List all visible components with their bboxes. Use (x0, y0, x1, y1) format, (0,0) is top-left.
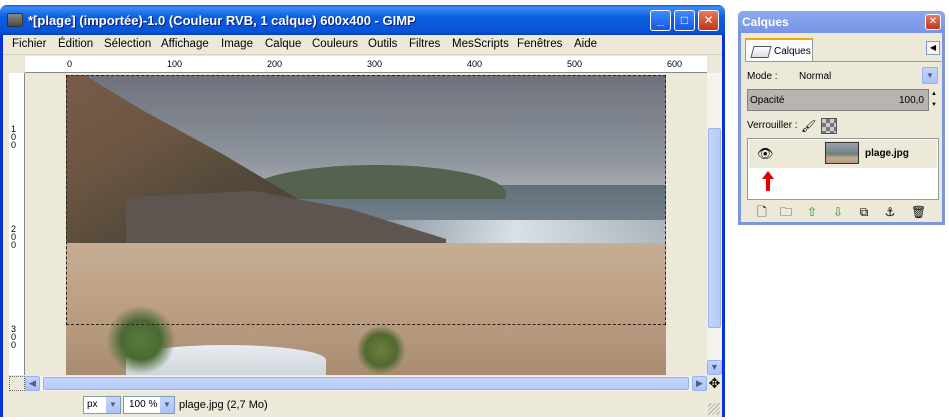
zoom-value: 100 % (129, 399, 158, 410)
menu-image[interactable]: Image (221, 38, 253, 50)
opacity-label: Opacité (750, 95, 785, 106)
horizontal-ruler[interactable]: 0 100 200 300 400 500 600 (25, 56, 707, 73)
ruler-mark: 0 (67, 59, 73, 69)
zoom-selector[interactable]: 100 % ▼ (123, 396, 175, 414)
layers-icon (750, 46, 772, 58)
beach-photo[interactable] (66, 75, 666, 375)
unit-selector[interactable]: px ▼ (83, 396, 121, 414)
menu-filtres[interactable]: Filtres (409, 38, 440, 50)
ruler-mark: 3 0 0 (11, 324, 17, 350)
window-title: *[plage] (importée)-1.0 (Couleur RVB, 1 … (28, 13, 416, 28)
vertical-scrollbar[interactable]: ▼ (707, 73, 722, 375)
lock-alpha-icon[interactable] (821, 118, 837, 134)
unit-value: px (87, 399, 98, 410)
scroll-right-button[interactable]: ▶ (692, 376, 707, 391)
horizontal-scroll-thumb[interactable] (43, 377, 689, 390)
mode-value[interactable]: Normal (799, 71, 831, 82)
chevron-down-icon[interactable]: ▼ (922, 67, 938, 84)
menu-selection[interactable]: Sélection (104, 38, 151, 50)
horizontal-scrollbar[interactable]: ◀ ▶ (25, 376, 707, 391)
duplicate-layer-icon[interactable]: ⧉ (857, 205, 871, 219)
vertical-ruler[interactable]: 1 0 0 2 0 0 3 0 0 (9, 73, 25, 375)
close-button[interactable]: ✕ (698, 10, 719, 31)
menu-fichier[interactable]: Fichier (12, 38, 47, 50)
menu-edition[interactable]: Édition (58, 38, 93, 50)
tab-label: Calques (774, 46, 811, 57)
chevron-down-icon[interactable]: ▼ (106, 397, 120, 413)
opacity-spin-button[interactable]: ▲ ▼ (929, 89, 939, 111)
lower-layer-icon[interactable]: ⇩ (831, 205, 845, 219)
layers-dialog-title-bar[interactable]: Calques ✕ (738, 11, 945, 33)
opacity-value: 100,0 (898, 95, 924, 106)
layers-panel: Mode : Normal ▼ Opacité 100,0 ▲ ▼ Verroui… (745, 61, 941, 221)
navigate-icon[interactable]: ✥ (707, 376, 722, 391)
menu-outils[interactable]: Outils (368, 38, 397, 50)
layers-dialog: Calques ✕ Calques ◀ Mode : Normal ▼ Opac… (738, 11, 945, 225)
minimize-button[interactable]: _ (650, 10, 671, 31)
layers-toolbar: 🗋 🗀 ⇧ ⇩ ⧉ ⚓ 🗑 (747, 203, 939, 221)
photo-plant (356, 325, 406, 375)
scroll-left-button[interactable]: ◀ (25, 376, 40, 391)
menu-calque[interactable]: Calque (265, 38, 301, 50)
ruler-mark: 300 (367, 59, 383, 69)
status-info: plage.jpg (2,7 Mo) (179, 399, 268, 411)
photo-plant (106, 305, 176, 375)
layer-name: plage.jpg (865, 148, 909, 159)
scroll-down-button[interactable]: ▼ (707, 360, 722, 375)
vertical-scroll-thumb[interactable] (708, 128, 721, 328)
menu-aide[interactable]: Aide (574, 38, 597, 50)
ruler-mark: 2 0 0 (11, 224, 17, 250)
layer-thumbnail (825, 142, 859, 164)
layers-list[interactable]: 👁 plage.jpg (747, 138, 939, 200)
ruler-mark: 600 (667, 59, 683, 69)
menu-affichage[interactable]: Affichage (161, 38, 209, 50)
mode-label: Mode : (747, 71, 778, 82)
ruler-mark: 100 (167, 59, 183, 69)
menu-messcripts[interactable]: MesScripts (452, 38, 509, 50)
eye-icon[interactable]: 👁 (757, 147, 775, 161)
lock-label: Verrouiller : (747, 120, 798, 131)
layer-row[interactable]: 👁 plage.jpg (749, 140, 937, 168)
folder-icon[interactable]: 🗀 (779, 205, 793, 219)
opacity-slider[interactable]: Opacité 100,0 (747, 89, 929, 111)
tab-calques[interactable]: Calques (745, 38, 813, 62)
gimp-image-window: *[plage] (importée)-1.0 (Couleur RVB, 1 … (0, 5, 725, 417)
chevron-down-icon[interactable]: ▼ (160, 397, 174, 413)
raise-layer-icon[interactable]: ⇧ (805, 205, 819, 219)
ruler-mark: 500 (567, 59, 583, 69)
menu-couleurs[interactable]: Couleurs (312, 38, 358, 50)
gimp-app-icon[interactable] (7, 13, 23, 27)
new-layer-icon[interactable]: 🗋 (755, 205, 769, 219)
status-bar: px ▼ 100 % ▼ plage.jpg (2,7 Mo) (3, 392, 722, 417)
tab-menu-button[interactable]: ◀ (926, 41, 940, 55)
ruler-mark: 200 (267, 59, 283, 69)
ruler-corner-menu-button[interactable] (9, 56, 25, 73)
resize-grip[interactable] (708, 403, 720, 415)
image-canvas[interactable] (25, 73, 707, 375)
maximize-button[interactable]: □ (674, 10, 695, 31)
title-bar[interactable]: *[plage] (importée)-1.0 (Couleur RVB, 1 … (0, 5, 725, 35)
menu-fenetres[interactable]: Fenêtres (517, 38, 562, 50)
close-icon[interactable]: ✕ (925, 14, 941, 30)
red-arrow-icon (762, 171, 774, 191)
trash-icon[interactable]: 🗑 (911, 205, 926, 219)
layers-dialog-title: Calques (742, 15, 789, 29)
quick-mask-toggle[interactable] (9, 376, 25, 391)
ruler-mark: 1 0 0 (11, 124, 17, 150)
lock-pixels-brush-icon[interactable]: 🖌 (801, 119, 816, 133)
anchor-layer-icon[interactable]: ⚓ (883, 205, 897, 219)
menu-bar: Fichier Édition Sélection Affichage Imag… (3, 35, 722, 55)
ruler-mark: 400 (467, 59, 483, 69)
